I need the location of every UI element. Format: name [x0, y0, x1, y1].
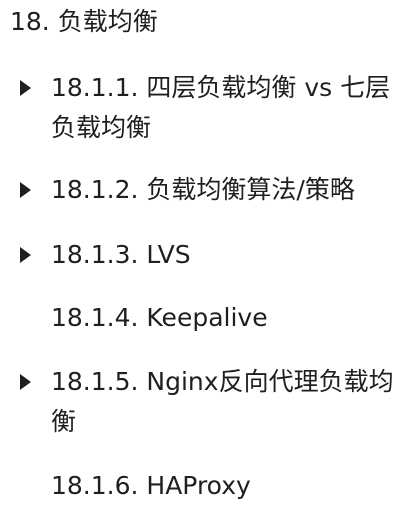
toc-item-18-1-4[interactable]: 18.1.4. Keepalive	[0, 298, 412, 338]
caret-right-icon[interactable]	[20, 247, 31, 263]
toc-item-label[interactable]: 18.1.6. HAProxy	[51, 466, 396, 506]
section-title[interactable]: 18. 负载均衡	[10, 4, 158, 40]
toc-item-label[interactable]: 18.1.2. 负载均衡算法/策略	[51, 170, 396, 210]
toc-item-label[interactable]: 18.1.4. Keepalive	[51, 298, 396, 338]
toc-item-label[interactable]: 18.1.1. 四层负载均衡 vs 七层负载均衡	[51, 68, 396, 148]
toc-item-18-1-5[interactable]: 18.1.5. Nginx反向代理负载均衡	[0, 362, 412, 442]
toc-item-18-1-6[interactable]: 18.1.6. HAProxy	[0, 466, 412, 506]
toc-item-label[interactable]: 18.1.5. Nginx反向代理负载均衡	[51, 362, 396, 442]
toc-item-18-1-2[interactable]: 18.1.2. 负载均衡算法/策略	[0, 170, 412, 210]
caret-right-icon[interactable]	[20, 182, 31, 198]
caret-right-icon[interactable]	[20, 374, 31, 390]
caret-right-icon[interactable]	[20, 80, 31, 96]
toc-item-18-1-1[interactable]: 18.1.1. 四层负载均衡 vs 七层负载均衡	[0, 68, 412, 148]
toc-item-18-1-3[interactable]: 18.1.3. LVS	[0, 235, 412, 275]
table-of-contents: 18. 负载均衡 18.1.1. 四层负载均衡 vs 七层负载均衡 18.1.2…	[0, 0, 412, 520]
toc-item-label[interactable]: 18.1.3. LVS	[51, 235, 396, 275]
